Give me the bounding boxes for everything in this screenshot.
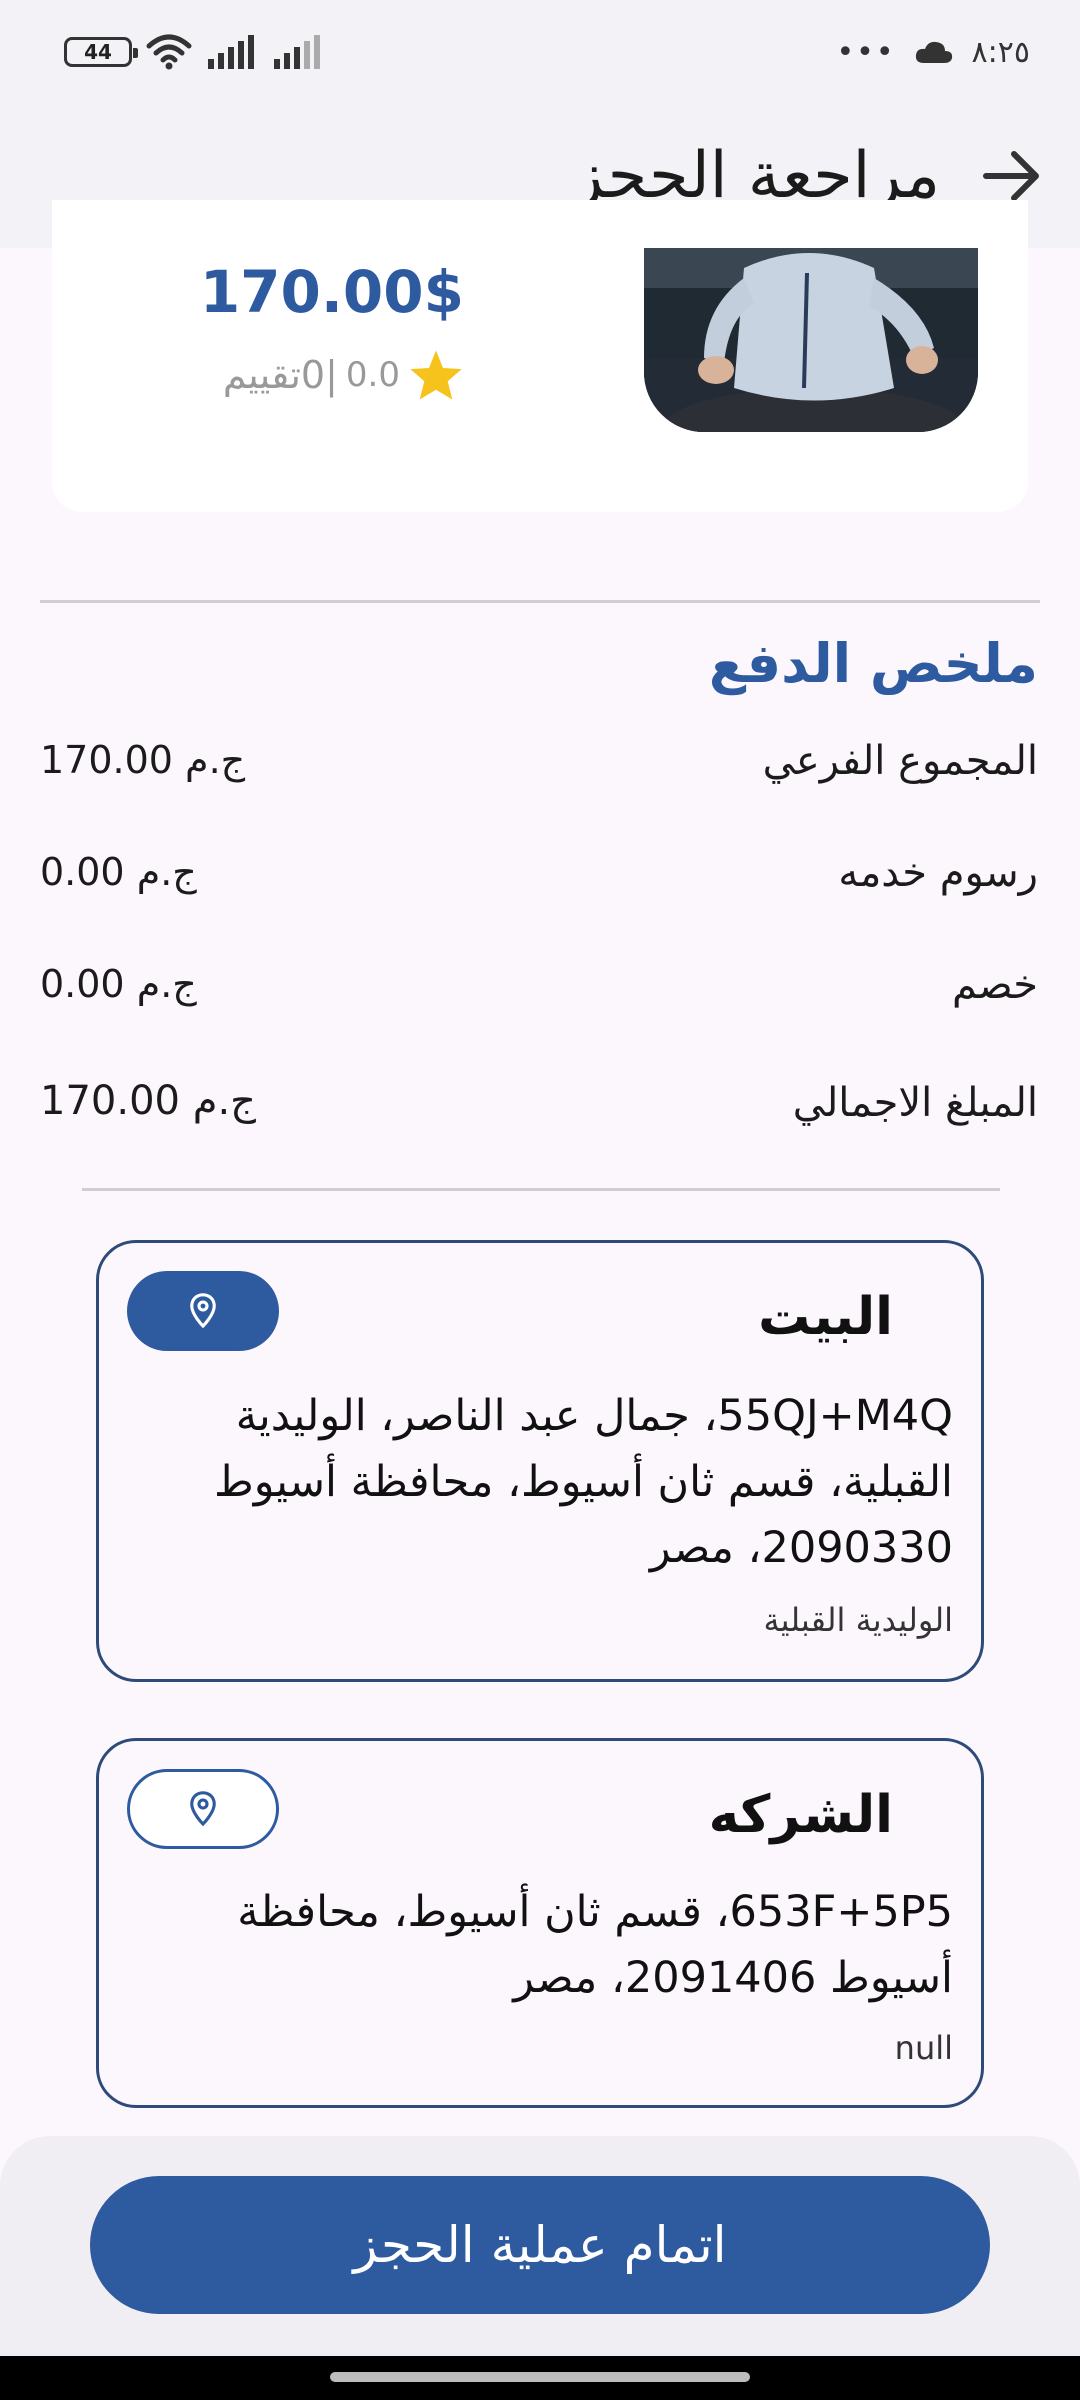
location-button[interactable] xyxy=(127,1769,279,1849)
arrow-right-icon xyxy=(983,151,1039,201)
home-indicator[interactable] xyxy=(330,2372,750,2382)
discount-value: 0.00 ج.م xyxy=(40,962,197,1006)
total-value: 170.00 ج.م xyxy=(40,1078,256,1124)
address-text: 55QJ+M4Q، جمال عبد الناصر، الوليدية القب… xyxy=(214,1391,953,1573)
rating-label: |0تقييم xyxy=(222,353,338,397)
clock: ٨:٢٥ xyxy=(971,34,1030,70)
service-fee-value: 0.00 ج.م xyxy=(40,850,197,894)
address-title: الشركه xyxy=(708,1785,893,1845)
status-right: ••• ٨:٢٥ xyxy=(836,35,1030,70)
payment-summary-title: ملخص الدفع xyxy=(708,632,1038,695)
more-notifications-icon: ••• xyxy=(836,34,896,70)
status-left: 44 xyxy=(64,34,324,70)
provider-photo xyxy=(644,248,978,432)
signal-icon xyxy=(208,35,254,69)
discount-label: خصم xyxy=(951,962,1038,1008)
location-button[interactable] xyxy=(127,1271,279,1351)
cloud-icon xyxy=(915,41,952,63)
confirm-booking-button[interactable]: اتمام عملية الحجز xyxy=(90,2176,990,2314)
provider-image xyxy=(644,248,978,432)
address-card-home[interactable]: البيت 55QJ+M4Q، جمال عبد الناصر، الوليدي… xyxy=(96,1240,984,1682)
subtotal-value: 170.00 ج.م xyxy=(40,738,246,782)
address-area: الوليدية القبلية xyxy=(763,1601,954,1639)
back-button[interactable] xyxy=(980,144,1044,208)
signal-2-icon xyxy=(274,35,320,69)
address-card-work[interactable]: الشركه 653F+5P5، قسم ثان أسيوط، محافظة أ… xyxy=(96,1738,984,2108)
divider xyxy=(82,1188,1000,1191)
subtotal-label: المجموع الفرعي xyxy=(762,738,1038,784)
address-title: البيت xyxy=(758,1287,893,1347)
provider-rating: |0تقييم 0.0 xyxy=(100,348,464,402)
provider-price: 170.00$ xyxy=(199,258,464,326)
star-icon xyxy=(410,350,462,400)
wifi-icon xyxy=(146,34,192,70)
battery-icon: 44 xyxy=(64,37,138,67)
rating-value: 0.0 xyxy=(345,355,400,395)
location-pin-icon xyxy=(190,1791,216,1827)
divider xyxy=(40,600,1040,603)
address-text: 653F+5P5، قسم ثان أسيوط، محافظة أسيوط 20… xyxy=(237,1887,953,2003)
total-label: المبلغ الاجمالي xyxy=(792,1080,1038,1126)
location-pin-icon xyxy=(190,1293,216,1329)
service-fee-label: رسوم خدمه xyxy=(838,850,1038,896)
status-bar: 44 ••• ٨:٢٥ xyxy=(0,0,1080,104)
address-area: null xyxy=(894,2029,953,2067)
